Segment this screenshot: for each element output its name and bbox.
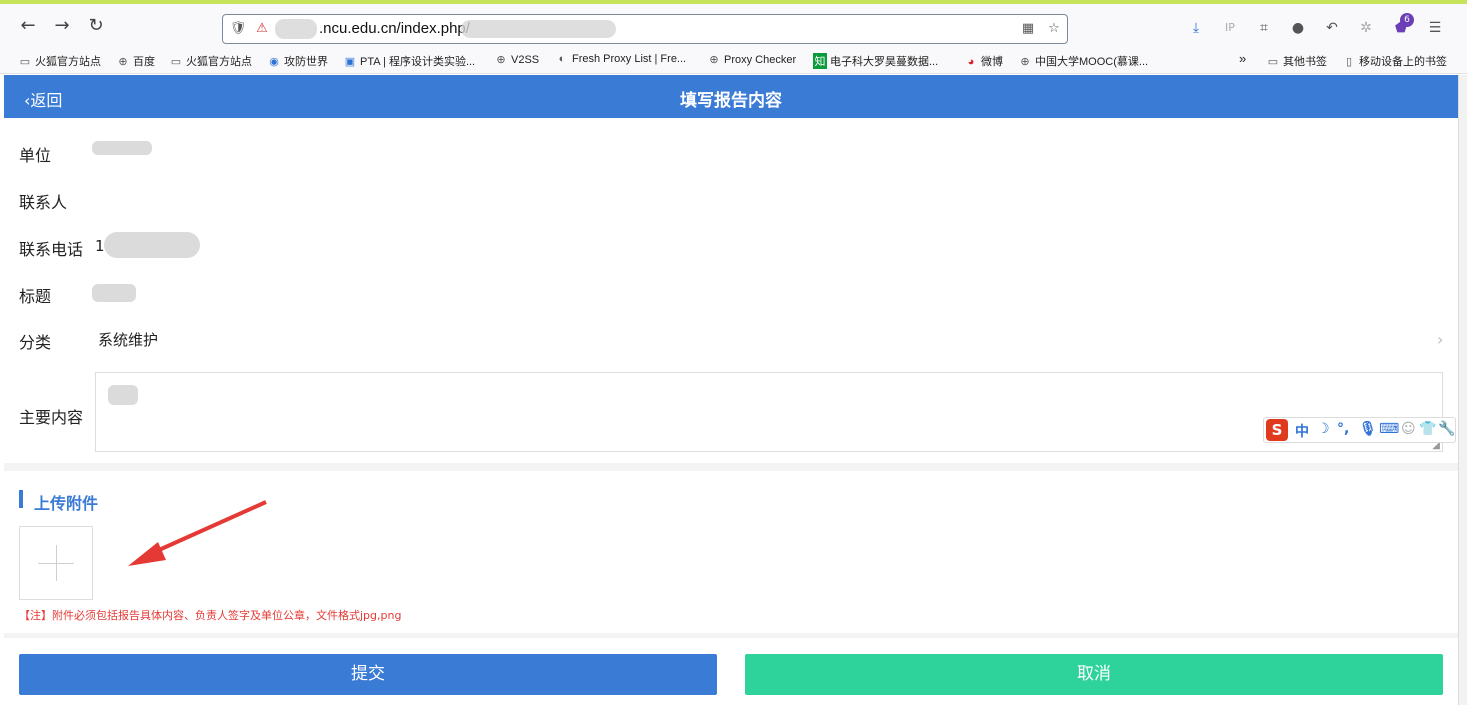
wrench-icon[interactable]: 🔧: [1438, 421, 1455, 437]
upload-note: 【注】附件必须包括报告具体内容、负责人签字及单位公章，文件格式jpg,png: [19, 609, 402, 622]
mobile-icon: ▯: [1345, 56, 1353, 68]
url-bar[interactable]: 🛡 ⚠ .ncu.edu.cn/index.php/ ▦ ☆: [222, 14, 1068, 44]
scrollbar[interactable]: [1458, 75, 1467, 705]
mobile-bookmarks[interactable]: ▯ 移动设备上的书签: [1342, 53, 1447, 69]
microphone-icon[interactable]: 🎙: [1359, 421, 1377, 437]
submit-button[interactable]: 提交: [19, 654, 717, 695]
annotation-arrow-icon: [128, 500, 267, 566]
unit-value-redacted: [92, 141, 152, 155]
folder-icon: ▭: [170, 56, 182, 68]
bookmark-item[interactable]: ⊕ 百度: [116, 53, 155, 69]
content-redacted: [108, 385, 138, 405]
ip-icon[interactable]: IP: [1220, 18, 1240, 38]
weibo-icon: ◕: [967, 56, 975, 68]
other-bookmarks[interactable]: ▭ 其他书签: [1266, 53, 1327, 69]
back-arrow-icon[interactable]: ←: [18, 16, 38, 36]
title-label: 标题: [19, 287, 52, 306]
undo-icon[interactable]: ↶: [1322, 18, 1342, 38]
site-icon: ◐: [558, 53, 566, 65]
bookmark-item[interactable]: ⊕ Proxy Checker: [707, 53, 796, 66]
chat-icon[interactable]: ●: [1288, 18, 1308, 38]
shield-icon[interactable]: 🛡: [229, 20, 247, 38]
extension-icon[interactable]: ✲: [1356, 18, 1376, 38]
section-divider: [4, 633, 1458, 638]
category-select[interactable]: 系统维护: [98, 329, 158, 350]
unit-label: 单位: [19, 146, 52, 165]
bookmark-item[interactable]: ▭ 火狐官方站点: [169, 53, 252, 69]
upload-attachment-button[interactable]: [19, 526, 93, 600]
keyboard-icon[interactable]: ⌨: [1379, 421, 1399, 437]
plus-icon: [56, 545, 57, 581]
section-accent-bar: [19, 490, 23, 508]
arrow-shaft: [149, 500, 267, 556]
globe-icon: ⊕: [118, 56, 128, 68]
contact-label: 联系人: [19, 193, 68, 212]
browser-toolbar: ← → ↻ 🛡 ⚠ .ncu.edu.cn/index.php/ ▦ ☆ ⤓ I…: [0, 4, 1467, 48]
download-icon[interactable]: ⤓: [1186, 18, 1206, 38]
url-text: .ncu.edu.cn/index.php/: [319, 20, 470, 37]
ime-toolbar: S 中 ☽ °, 🎙 ⌨ ☺ 👕 🔧: [1263, 417, 1456, 443]
bookmark-item[interactable]: 知电子科大罗昊蔓数据...: [813, 53, 938, 69]
site-icon: ▣: [344, 56, 356, 68]
folder-icon: ▭: [1267, 56, 1279, 68]
shirt-icon[interactable]: 👕: [1419, 421, 1436, 437]
lock-warning-icon[interactable]: ⚠: [253, 20, 271, 38]
bookmark-item[interactable]: ◐ Fresh Proxy List | Fre...: [555, 53, 686, 65]
bookmarks-overflow-icon[interactable]: »: [1239, 51, 1246, 66]
url-redacted: [275, 19, 317, 39]
content-textarea[interactable]: ◢: [95, 372, 1443, 452]
globe-icon: ⊕: [496, 54, 506, 66]
arrow-head: [128, 542, 166, 566]
extension-badge: 6: [1400, 13, 1414, 27]
page-title: 填写报告内容: [680, 91, 782, 111]
star-icon[interactable]: ☆: [1045, 20, 1063, 38]
folder-icon: ▭: [19, 56, 31, 68]
bookmark-item[interactable]: ▭ 火狐官方站点: [18, 53, 101, 69]
globe-icon: ⊕: [1020, 56, 1030, 68]
cancel-button[interactable]: 取消: [745, 654, 1443, 695]
phone-value-redacted: [104, 232, 200, 258]
bookmarks-bar: ▭ 火狐官方站点 ⊕ 百度 ▭ 火狐官方站点 ◉ 攻防世界 ▣ PTA | 程序设计类实验…: [0, 48, 1467, 74]
crop-icon[interactable]: ⌗: [1254, 18, 1274, 38]
reload-icon[interactable]: ↻: [86, 16, 106, 36]
bookmark-item[interactable]: ▣ PTA | 程序设计类实验...: [343, 53, 475, 69]
url-redacted: [461, 20, 616, 38]
globe-icon: ⊕: [709, 54, 719, 66]
qr-code-icon[interactable]: ▦: [1019, 20, 1037, 38]
section-divider: [4, 463, 1458, 471]
user-icon[interactable]: ☺: [1401, 421, 1416, 437]
bookmark-item[interactable]: ⊕ V2SS: [494, 53, 539, 66]
bookmark-item[interactable]: ⊕ 中国大学MOOC(慕课...: [1018, 53, 1148, 69]
zhihu-icon: 知: [813, 53, 827, 69]
bookmark-item[interactable]: ◕ 微博: [964, 53, 1003, 69]
menu-icon[interactable]: ☰: [1425, 18, 1445, 38]
bookmark-item[interactable]: ◉ 攻防世界: [267, 53, 328, 69]
site-icon: ◉: [269, 56, 279, 68]
forward-arrow-icon[interactable]: →: [52, 16, 72, 36]
sogou-logo-icon[interactable]: S: [1266, 419, 1288, 441]
chevron-right-icon[interactable]: ›: [1437, 330, 1443, 349]
ime-chinese-mode[interactable]: 中: [1295, 421, 1309, 441]
page-header: ‹返回 填写报告内容: [4, 75, 1458, 118]
upload-section-title: 上传附件: [34, 494, 99, 513]
punctuation-icon[interactable]: °,: [1337, 421, 1349, 437]
moon-icon[interactable]: ☽: [1317, 421, 1330, 437]
title-value-redacted: [92, 284, 136, 302]
content-label: 主要内容: [19, 408, 84, 427]
phone-label: 联系电话: [19, 240, 84, 259]
category-label: 分类: [19, 333, 52, 352]
